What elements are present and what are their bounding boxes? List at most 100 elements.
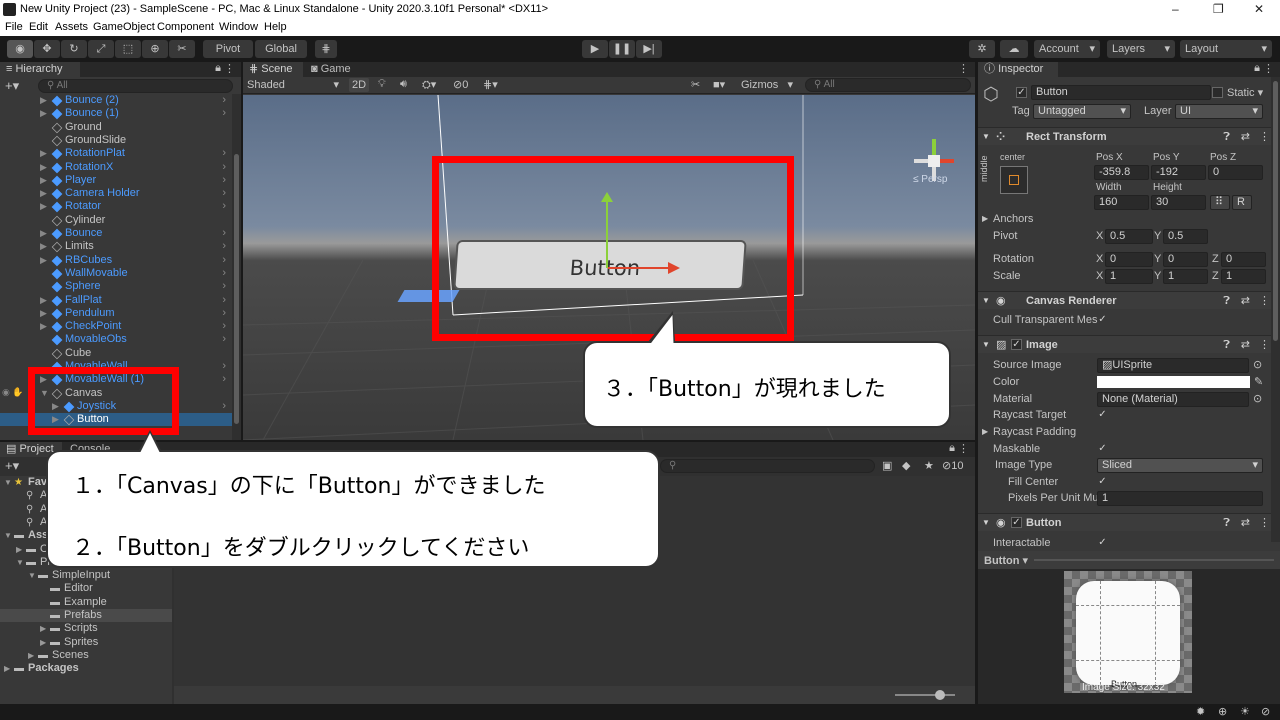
hierarchy-item[interactable]: ▶ FallPlat › (0, 294, 232, 307)
auto-generate-icon[interactable]: ⊘ (1261, 705, 1270, 718)
tab-inspector[interactable]: ⓘ Inspector (978, 62, 1058, 77)
hierarchy-item[interactable]: ▶ Bounce › (0, 227, 232, 240)
hierarchy-item[interactable]: ▶ Player › (0, 174, 232, 187)
project-tree-item[interactable]: ▶ ▬ Scenes (0, 649, 172, 662)
open-prefab-chevron-icon[interactable]: › (222, 240, 226, 253)
tab-scene[interactable]: ⋕ Scene (243, 62, 303, 77)
panel-menu-icon[interactable]: ⋮ (958, 442, 969, 455)
rotation-z-field[interactable]: 0 (1221, 252, 1266, 267)
expand-arrow-icon[interactable]: ▶ (40, 622, 46, 635)
object-picker-icon[interactable]: ⊙ (1253, 357, 1262, 373)
raycast-padding-row[interactable]: ▶ Raycast Padding (978, 424, 1280, 440)
component-menu-icon[interactable]: ⋮ (1259, 292, 1270, 310)
project-tree-item[interactable]: ▶ ▬ Packages (0, 662, 172, 675)
open-prefab-chevron-icon[interactable]: › (222, 107, 226, 120)
tab-hierarchy[interactable]: ≡ Hierarchy (0, 62, 80, 77)
object-picker-icon[interactable]: ⊙ (1253, 391, 1262, 407)
cloud-button[interactable]: ☁ (1000, 40, 1028, 58)
component-menu-icon[interactable]: ⋮ (1259, 514, 1270, 532)
maskable-checkbox[interactable]: ✓ (1097, 444, 1108, 455)
project-tree-item[interactable]: ▼ ▬ SimpleInput (0, 569, 172, 582)
hierarchy-item[interactable]: ▶ Bounce (1) › (0, 107, 232, 120)
maximize-button[interactable]: ❐ (1213, 2, 1224, 16)
hierarchy-item[interactable]: Sphere › (0, 280, 232, 293)
expand-arrow-icon[interactable]: ▶ (40, 320, 47, 333)
expand-arrow-icon[interactable]: ▶ (4, 662, 10, 675)
rotation-x-field[interactable]: 0 (1105, 252, 1153, 267)
height-field[interactable]: 30 (1151, 195, 1206, 210)
scrollbar-thumb[interactable] (234, 154, 239, 424)
help-icon[interactable]: ❓︎ (1223, 128, 1230, 146)
gizmos-dropdown[interactable]: Gizmos ▾ (739, 78, 795, 92)
preview-divider[interactable] (1034, 559, 1274, 561)
project-tree-item[interactable]: ▶ ▬ Scripts (0, 622, 172, 635)
expand-arrow-icon[interactable]: ▶ (16, 543, 22, 556)
open-prefab-chevron-icon[interactable]: › (222, 147, 226, 160)
menu-edit[interactable]: Edit (29, 21, 48, 33)
hierarchy-item[interactable]: ▶ Limits › (0, 240, 232, 253)
project-search[interactable]: ⚲ (660, 459, 875, 473)
hidden-packages-toggle[interactable]: ⊘10 (942, 459, 963, 472)
panel-menu-icon[interactable]: ⋮ (1263, 62, 1274, 75)
inspector-scrollbar[interactable] (1271, 77, 1280, 542)
rect-tool-button[interactable]: ⬚ (115, 40, 141, 58)
static-dropdown[interactable]: Static ▾ (1227, 86, 1263, 99)
zoom-slider[interactable] (895, 694, 955, 696)
pivot-y-field[interactable]: 0.5 (1163, 229, 1208, 244)
pos-z-field[interactable]: 0 (1208, 165, 1263, 180)
project-tree-item[interactable]: ▬ Editor (0, 582, 172, 595)
create-button[interactable]: +▾ (5, 78, 19, 94)
cull-checkbox[interactable]: ✓ (1097, 315, 1108, 326)
lock-icon[interactable]: 🔒︎ (949, 442, 955, 455)
expand-arrow-icon[interactable]: ▶ (40, 254, 47, 267)
object-name-field[interactable]: Button (1031, 85, 1211, 100)
menu-component[interactable]: Component (157, 21, 214, 33)
button-enabled-checkbox[interactable]: ✓ (1011, 517, 1022, 528)
hierarchy-item[interactable]: Ground (0, 121, 232, 134)
hierarchy-item[interactable]: GroundSlide (0, 134, 232, 147)
view-tool-button[interactable]: ◉ (7, 40, 33, 58)
source-image-field[interactable]: ▨UISprite (1097, 358, 1249, 373)
menu-assets[interactable]: Assets (55, 21, 88, 33)
account-dropdown[interactable]: Account ▾ (1034, 40, 1100, 58)
component-menu-icon[interactable]: ⋮ (1259, 128, 1270, 146)
expand-arrow-icon[interactable]: ▶ (40, 227, 47, 240)
open-prefab-chevron-icon[interactable]: › (222, 333, 226, 346)
collab-button[interactable]: ✲ (969, 40, 995, 58)
hierarchy-item[interactable]: WallMovable › (0, 267, 232, 280)
pause-button[interactable]: ❚❚ (609, 40, 635, 58)
blueprint-mode-button[interactable]: ⠿ (1210, 195, 1230, 210)
expand-arrow-icon[interactable]: ▶ (28, 649, 34, 662)
close-button[interactable]: ✕ (1254, 2, 1264, 16)
hierarchy-search[interactable]: ⚲ All (38, 79, 233, 93)
expand-arrow-icon[interactable]: ▶ (40, 147, 47, 160)
rotation-y-field[interactable]: 0 (1163, 252, 1208, 267)
expand-arrow-icon[interactable]: ▶ (40, 107, 47, 120)
width-field[interactable]: 160 (1094, 195, 1149, 210)
open-prefab-chevron-icon[interactable]: › (222, 280, 226, 293)
snap-button[interactable]: ⋕ (315, 40, 337, 58)
raw-edit-button[interactable]: R (1232, 195, 1252, 210)
open-prefab-chevron-icon[interactable]: › (222, 161, 226, 174)
preset-icon[interactable]: ⇄ (1241, 514, 1250, 532)
hierarchy-item[interactable]: ▶ CheckPoint › (0, 320, 232, 333)
open-prefab-chevron-icon[interactable]: › (222, 227, 226, 240)
menu-help[interactable]: Help (264, 21, 287, 33)
rect-transform-header[interactable]: ▼ ⁘ Rect Transform ❓︎ ⇄ ⋮ (978, 127, 1280, 145)
open-prefab-chevron-icon[interactable]: › (222, 373, 226, 386)
open-prefab-chevron-icon[interactable]: › (222, 267, 226, 280)
color-swatch[interactable] (1097, 376, 1250, 388)
expand-arrow-icon[interactable]: ▶ (40, 200, 47, 213)
interactable-checkbox[interactable]: ✓ (1097, 538, 1108, 549)
scale-x-field[interactable]: 1 (1105, 269, 1153, 284)
persp-label[interactable]: ≤ Persp (913, 174, 947, 185)
hierarchy-item[interactable]: Cylinder (0, 214, 232, 227)
expand-arrow-icon[interactable]: ▶ (40, 161, 47, 174)
zoom-slider-handle[interactable] (935, 690, 945, 700)
expand-arrow-icon[interactable]: ▶ (40, 187, 47, 200)
create-asset-button[interactable]: +▾ (5, 458, 19, 474)
preset-icon[interactable]: ⇄ (1241, 128, 1250, 146)
open-prefab-chevron-icon[interactable]: › (222, 200, 226, 213)
open-prefab-chevron-icon[interactable]: › (222, 360, 226, 373)
cache-icon[interactable]: ⊕ (1218, 705, 1227, 718)
